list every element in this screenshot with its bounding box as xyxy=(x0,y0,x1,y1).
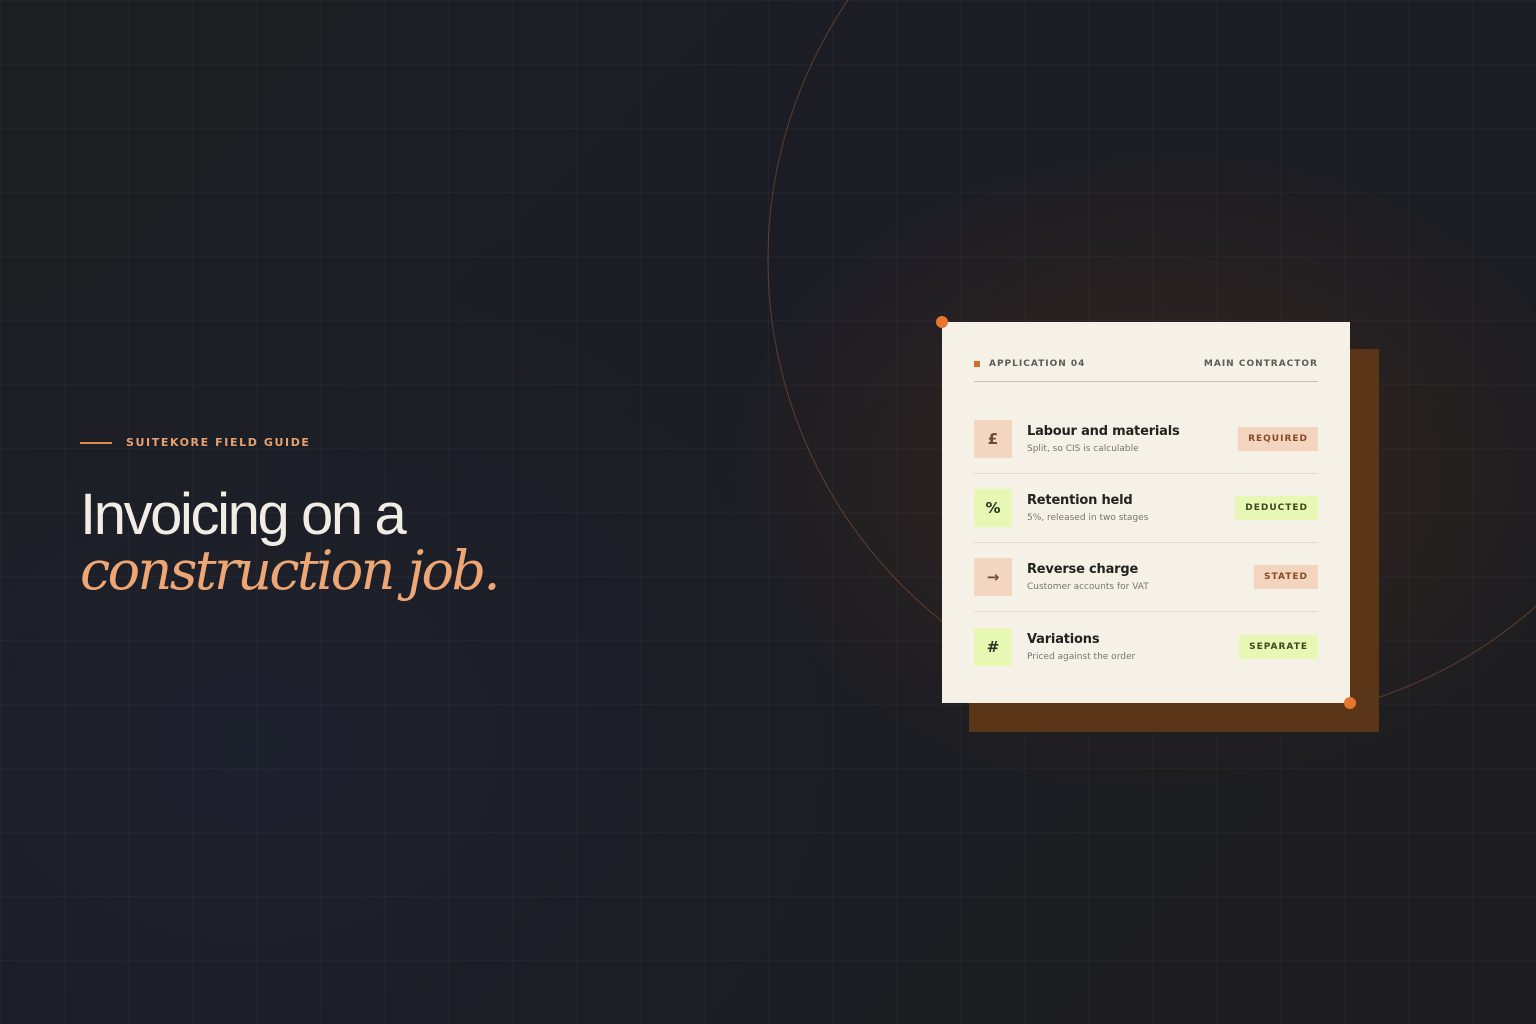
application-card: APPLICATION 04 MAIN CONTRACTOR £ Labour … xyxy=(942,322,1350,703)
kicker: SUITEKORE FIELD GUIDE xyxy=(80,436,311,449)
pound-icon: £ xyxy=(974,420,1012,458)
percent-icon: % xyxy=(974,489,1012,527)
status-badge: DEDUCTED xyxy=(1235,496,1318,520)
corner-dot-icon xyxy=(1344,697,1356,709)
kicker-line xyxy=(80,441,112,444)
item-title: Variations xyxy=(1027,631,1100,647)
list-item: → Reverse charge Customer accounts for V… xyxy=(974,543,1318,612)
list-item: # Variations Priced against the order SE… xyxy=(974,612,1318,681)
item-text: Variations Priced against the order xyxy=(1027,632,1239,662)
hash-icon: # xyxy=(974,627,1012,666)
application-label: APPLICATION 04 xyxy=(989,358,1086,369)
item-text: Reverse charge Customer accounts for VAT xyxy=(1027,562,1254,592)
status-badge: STATED xyxy=(1254,565,1318,589)
item-list: £ Labour and materials Split, so CIS is … xyxy=(974,405,1318,681)
item-subtitle: Priced against the order xyxy=(1027,651,1136,662)
list-item: % Retention held 5%, released in two sta… xyxy=(974,474,1318,543)
arrow-right-icon: → xyxy=(974,558,1012,596)
card-label-group: APPLICATION 04 xyxy=(974,359,1085,369)
item-title: Reverse charge xyxy=(1027,562,1139,577)
list-item: £ Labour and materials Split, so CIS is … xyxy=(974,405,1318,474)
headline: Invoicing on a construction job. xyxy=(80,482,501,602)
status-badge: SEPARATE xyxy=(1239,634,1318,659)
contractor-label: MAIN CONTRACTOR xyxy=(1203,358,1318,369)
headline-line2: construction job. xyxy=(80,539,501,602)
item-text: Retention held 5%, released in two stage… xyxy=(1027,493,1235,523)
item-subtitle: 5%, released in two stages xyxy=(1027,513,1149,523)
card-header: APPLICATION 04 MAIN CONTRACTOR xyxy=(974,322,1318,382)
kicker-text: SUITEKORE FIELD GUIDE xyxy=(126,436,311,449)
item-text: Labour and materials Split, so CIS is ca… xyxy=(1027,424,1238,454)
item-subtitle: Customer accounts for VAT xyxy=(1027,582,1149,592)
item-title: Labour and materials xyxy=(1027,424,1180,439)
status-badge: REQUIRED xyxy=(1238,427,1318,451)
corner-dot-icon xyxy=(936,316,948,328)
headline-line1: Invoicing on a xyxy=(80,482,407,547)
square-bullet-icon xyxy=(974,360,980,367)
item-subtitle: Split, so CIS is calculable xyxy=(1027,444,1139,454)
item-title: Retention held xyxy=(1027,493,1133,508)
